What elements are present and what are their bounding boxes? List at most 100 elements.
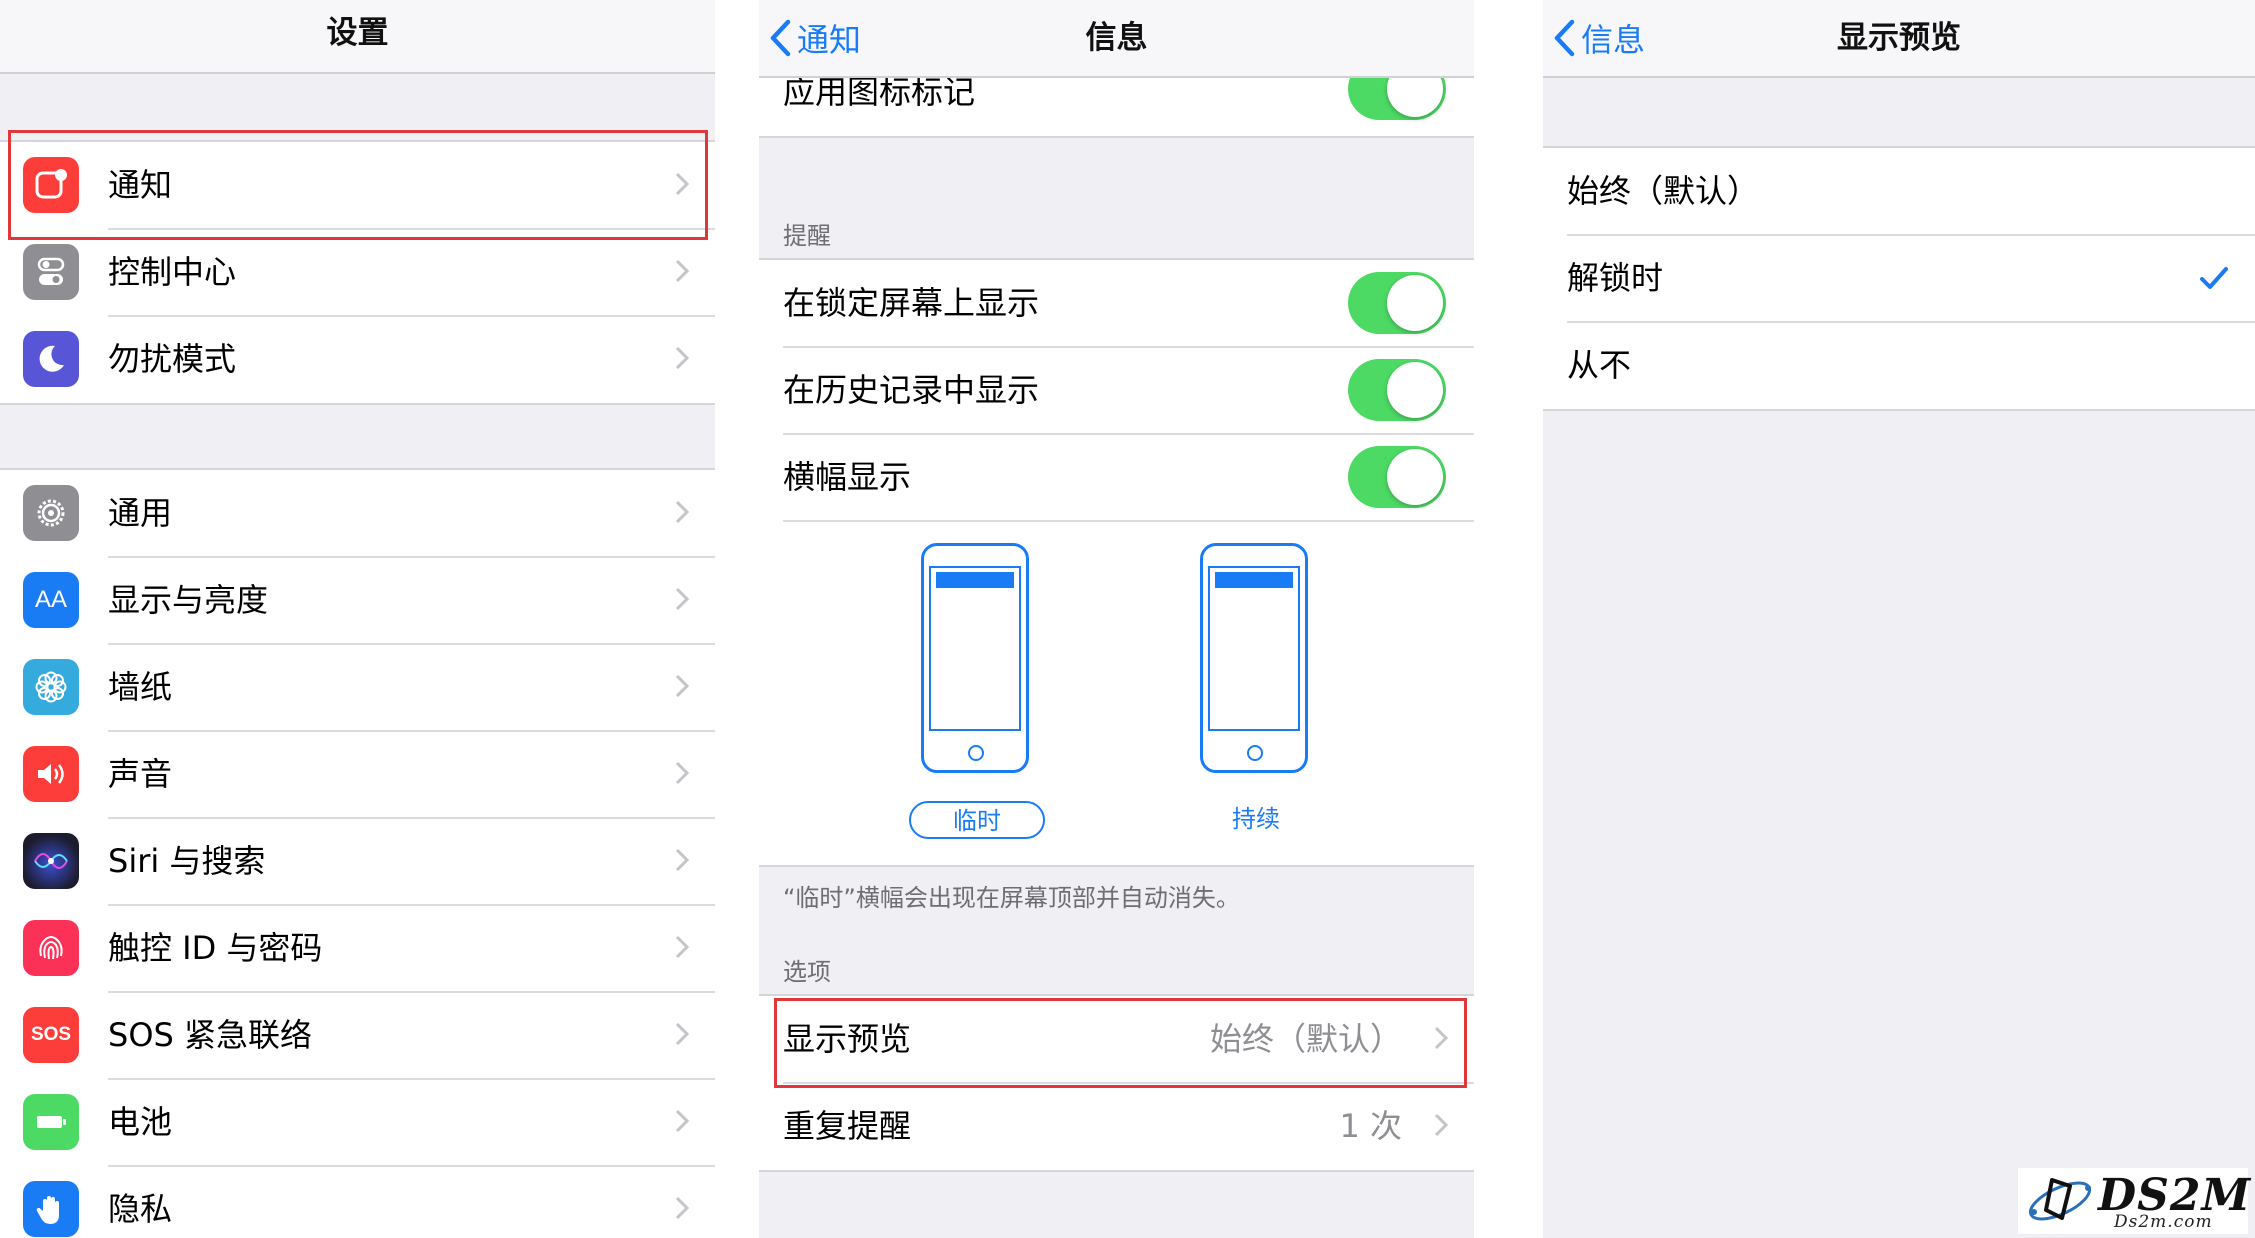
settings-item-control-center[interactable]: 控制中心 xyxy=(0,228,715,316)
settings-item-label: 勿扰模式 xyxy=(108,340,237,378)
control-center-icon xyxy=(23,244,79,300)
row-repeat-alerts[interactable]: 重复提醒 1 次 xyxy=(759,1082,1474,1170)
banner-style-temporary[interactable]: 临时 xyxy=(909,801,1045,839)
settings-item-label: 声音 xyxy=(108,755,173,793)
row-value: 1 次 xyxy=(1339,1107,1402,1145)
settings-item-label: 控制中心 xyxy=(108,253,237,291)
chevron-right-icon xyxy=(675,346,689,370)
settings-item-touch-id[interactable]: 触控 ID 与密码 xyxy=(0,904,715,992)
settings-item-general[interactable]: 通用 xyxy=(0,470,715,557)
settings-group-1: 通知 控制中心 勿扰模式 xyxy=(0,140,715,405)
settings-group-2: 通用 AA 显示与亮度 墙纸 声音 Siri 与搜索 触控 ID 与密码 SOS… xyxy=(0,468,715,1238)
show-in-history-toggle[interactable] xyxy=(1348,359,1446,421)
chevron-right-icon xyxy=(675,935,689,959)
choice-never[interactable]: 从不 xyxy=(1543,321,2255,409)
wallpaper-flower-icon xyxy=(23,659,79,715)
settings-item-battery[interactable]: 电池 xyxy=(0,1078,715,1166)
show-as-banners-toggle[interactable] xyxy=(1348,446,1446,508)
settings-item-sos[interactable]: SOS SOS 紧急联络 xyxy=(0,991,715,1079)
settings-item-wallpaper[interactable]: 墙纸 xyxy=(0,643,715,731)
page-title: 设置 xyxy=(326,15,389,51)
settings-item-label: 显示与亮度 xyxy=(108,581,269,619)
preview-choices-group: 始终（默认） 解锁时 从不 xyxy=(1543,146,2255,411)
choice-label: 从不 xyxy=(1567,346,1632,384)
sos-icon: SOS xyxy=(23,1007,79,1063)
messages-notification-panel: 应用图标标记 通知 信息 提醒 在锁定屏幕上显示 在历史记录中显示 横幅显示 临… xyxy=(759,0,1474,1238)
section-header-options: 选项 xyxy=(783,958,831,986)
row-label: 在历史记录中显示 xyxy=(783,371,1040,409)
show-on-lock-screen-toggle[interactable] xyxy=(1348,272,1446,334)
page-title: 信息 xyxy=(1085,20,1148,56)
row-show-as-banners[interactable]: 横幅显示 xyxy=(759,433,1474,521)
battery-icon xyxy=(23,1094,79,1150)
display-glyph: AA xyxy=(34,586,67,613)
checkmark-icon xyxy=(2200,267,2228,289)
phone-screen xyxy=(929,566,1021,731)
chevron-right-icon xyxy=(675,761,689,785)
chevron-right-icon xyxy=(675,1022,689,1046)
messages-navbar: 通知 信息 xyxy=(759,0,1474,78)
row-label: 显示预览 xyxy=(783,1020,912,1058)
row-label: 在锁定屏幕上显示 xyxy=(783,284,1040,322)
preview-navbar: 信息 显示预览 xyxy=(1543,0,2255,78)
choice-always[interactable]: 始终（默认） xyxy=(1543,148,2255,235)
moon-icon xyxy=(23,331,79,387)
sos-glyph: SOS xyxy=(30,1024,72,1045)
settings-navbar: 设置 xyxy=(0,0,715,74)
chevron-right-icon xyxy=(675,172,689,196)
phone-screen xyxy=(1208,566,1300,731)
chevron-right-icon xyxy=(675,1196,689,1220)
settings-item-label: SOS 紧急联络 xyxy=(108,1016,312,1054)
row-show-in-history[interactable]: 在历史记录中显示 xyxy=(759,346,1474,434)
choice-when-unlocked[interactable]: 解锁时 xyxy=(1543,234,2255,322)
chevron-right-icon xyxy=(1434,1026,1448,1050)
privacy-hand-icon xyxy=(23,1181,79,1237)
choice-label: 始终（默认） xyxy=(1567,172,1760,210)
settings-item-label: 通用 xyxy=(108,494,173,532)
row-label: 重复提醒 xyxy=(783,1107,912,1145)
watermark-logo-icon xyxy=(2028,1178,2092,1221)
chevron-right-icon xyxy=(675,674,689,698)
speaker-icon xyxy=(23,746,79,802)
chevron-right-icon xyxy=(675,500,689,524)
settings-item-privacy[interactable]: 隐私 xyxy=(0,1165,715,1238)
phone-home-button xyxy=(968,745,984,761)
temporary-banner-phone-icon[interactable] xyxy=(921,543,1029,773)
choice-label: 解锁时 xyxy=(1567,259,1664,297)
section-header-alerts: 提醒 xyxy=(783,222,831,250)
settings-item-notifications[interactable]: 通知 xyxy=(0,142,715,229)
settings-item-siri[interactable]: Siri 与搜索 xyxy=(0,817,715,905)
notifications-icon xyxy=(23,157,79,213)
chevron-right-icon xyxy=(675,259,689,283)
settings-item-label: 墙纸 xyxy=(108,668,173,706)
row-show-previews[interactable]: 显示预览 始终（默认） xyxy=(759,996,1474,1083)
row-show-on-lock-screen[interactable]: 在锁定屏幕上显示 xyxy=(759,260,1474,347)
fingerprint-icon xyxy=(23,920,79,976)
settings-item-sounds[interactable]: 声音 xyxy=(0,730,715,818)
settings-item-label: 隐私 xyxy=(108,1190,173,1228)
settings-item-do-not-disturb[interactable]: 勿扰模式 xyxy=(0,315,715,403)
settings-item-label: 通知 xyxy=(108,166,173,204)
banner-style-persistent[interactable]: 持续 xyxy=(1188,801,1324,839)
row-label: 横幅显示 xyxy=(783,458,912,496)
row-value: 始终（默认） xyxy=(1209,1020,1402,1058)
watermark: DS2M Ds2m.com xyxy=(2018,1168,2250,1234)
settings-item-label: Siri 与搜索 xyxy=(108,842,266,880)
alerts-group: 在锁定屏幕上显示 在历史记录中显示 横幅显示 临时 持续 xyxy=(759,258,1474,867)
gear-icon xyxy=(23,485,79,541)
display-brightness-icon: AA xyxy=(23,572,79,628)
show-previews-panel: 信息 显示预览 始终（默认） 解锁时 从不 xyxy=(1543,0,2255,1238)
siri-icon xyxy=(23,833,79,889)
banner-footnote: “临时”横幅会出现在屏幕顶部并自动消失。 xyxy=(783,884,1240,912)
page-title: 显示预览 xyxy=(1837,20,1961,56)
persistent-banner-phone-icon[interactable] xyxy=(1200,543,1308,773)
phone-banner xyxy=(936,572,1014,588)
settings-item-label: 电池 xyxy=(108,1103,173,1141)
chevron-right-icon xyxy=(675,587,689,611)
settings-item-display[interactable]: AA 显示与亮度 xyxy=(0,556,715,644)
chevron-right-icon xyxy=(675,848,689,872)
phone-banner xyxy=(1215,572,1293,588)
options-group: 显示预览 始终（默认） 重复提醒 1 次 xyxy=(759,994,1474,1172)
settings-panel: 设置 通知 控制中心 勿扰模式 通用 AA 显示与亮度 墙纸 声音 Siri 与… xyxy=(0,0,715,1238)
watermark-site: Ds2m.com xyxy=(2114,1212,2213,1232)
